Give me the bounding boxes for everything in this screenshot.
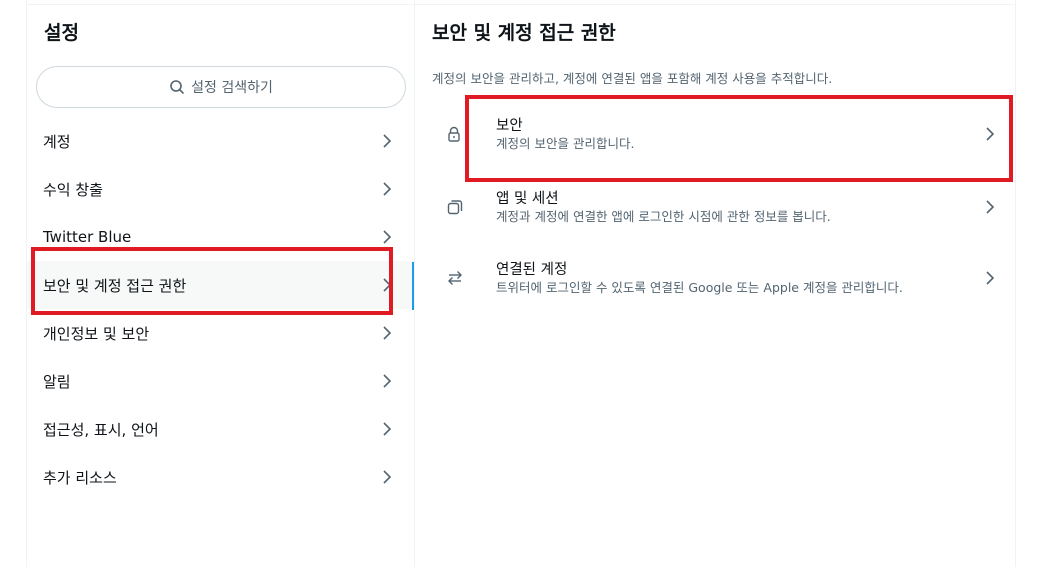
menu-item-accessibility[interactable]: 접근성, 표시, 언어: [27, 405, 414, 453]
menu-item-label: 수익 창출: [43, 180, 103, 199]
search-input[interactable]: 설정 검색하기: [36, 66, 406, 108]
chevron-right-icon: [378, 324, 396, 342]
option-title: 연결된 계정: [496, 261, 568, 278]
menu-item-monetization[interactable]: 수익 창출: [27, 165, 414, 213]
menu-item-label: 보안 및 계정 접근 권한: [43, 276, 187, 295]
option-connected-accounts[interactable]: 연결된 계정 트위터에 로그인할 수 있도록 연결된 Google 또는 App…: [432, 258, 1007, 298]
apps-icon: [432, 198, 476, 216]
chevron-right-icon: [378, 132, 396, 150]
page-description: 계정의 보안을 관리하고, 계정에 연결된 앱을 포함해 계정 사용을 추적합니…: [432, 71, 833, 86]
menu-item-label: 알림: [43, 372, 71, 391]
menu-item-resources[interactable]: 추가 리소스: [27, 453, 414, 501]
option-subtitle: 계정의 보안을 관리합니다.: [496, 135, 635, 151]
settings-menu: 계정 수익 창출 Twitter Blue 보안 및 계정 접근 권한 개인정보…: [27, 117, 414, 501]
option-security[interactable]: 보안 계정의 보안을 관리합니다.: [432, 114, 1007, 154]
menu-item-label: 접근성, 표시, 언어: [43, 420, 159, 439]
menu-item-label: Twitter Blue: [43, 228, 132, 246]
chevron-right-icon: [981, 125, 999, 143]
page-title: 보안 및 계정 접근 권한: [432, 22, 616, 44]
option-title: 앱 및 세션: [496, 190, 559, 207]
chevron-right-icon: [378, 276, 396, 294]
option-subtitle: 계정과 계정에 연결한 앱에 로그인한 시점에 관한 정보를 봅니다.: [496, 208, 831, 224]
chevron-right-icon: [378, 180, 396, 198]
lock-icon: [432, 126, 476, 142]
option-subtitle: 트위터에 로그인할 수 있도록 연결된 Google 또는 Apple 계정을 …: [496, 279, 903, 295]
detail-column: 보안 및 계정 접근 권한 계정의 보안을 관리하고, 계정에 연결된 앱을 포…: [415, 0, 1016, 567]
chevron-right-icon: [378, 372, 396, 390]
option-apps-sessions[interactable]: 앱 및 세션 계정과 계정에 연결한 앱에 로그인한 시점에 관한 정보를 봅니…: [432, 187, 1007, 227]
search-placeholder: 설정 검색하기: [191, 80, 273, 96]
menu-item-label: 계정: [43, 132, 71, 151]
menu-item-label: 추가 리소스: [43, 468, 117, 487]
settings-title: 설정: [44, 22, 79, 44]
menu-item-twitter-blue[interactable]: Twitter Blue: [27, 213, 414, 261]
chevron-right-icon: [378, 420, 396, 438]
swap-arrows-icon: [432, 269, 476, 287]
menu-item-label: 개인정보 및 보안: [43, 324, 150, 343]
menu-item-account[interactable]: 계정: [27, 117, 414, 165]
search-icon: [169, 79, 185, 95]
chevron-right-icon: [981, 198, 999, 216]
chevron-right-icon: [981, 269, 999, 287]
menu-item-notifications[interactable]: 알림: [27, 357, 414, 405]
settings-column: 설정 설정 검색하기 계정 수익 창출 Twitter Blue 보안 및 계정…: [26, 0, 415, 567]
option-title: 보안: [496, 117, 523, 134]
menu-item-privacy[interactable]: 개인정보 및 보안: [27, 309, 414, 357]
menu-item-security-access[interactable]: 보안 및 계정 접근 권한: [27, 261, 414, 309]
chevron-right-icon: [378, 228, 396, 246]
active-indicator: [412, 262, 414, 310]
chevron-right-icon: [378, 468, 396, 486]
